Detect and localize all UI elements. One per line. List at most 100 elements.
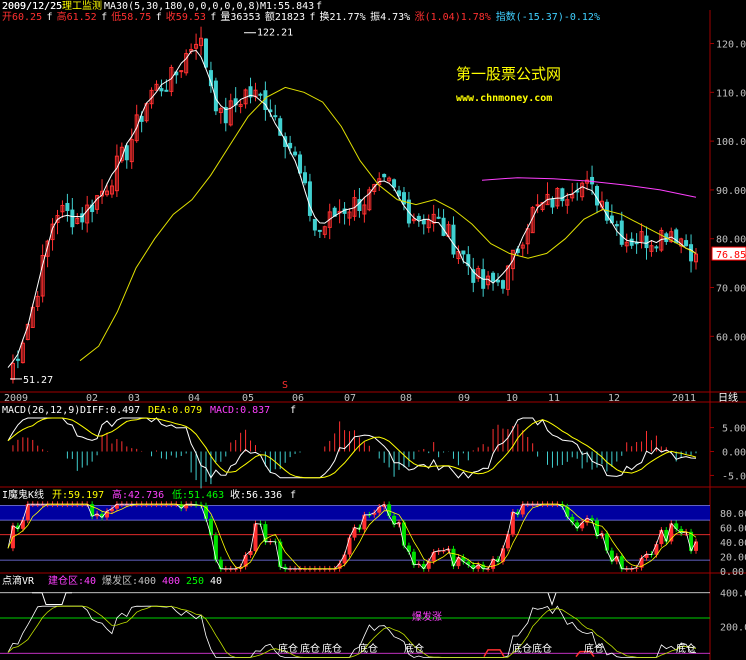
y-tick-label: 80.00 — [716, 235, 746, 246]
candle-body — [619, 220, 624, 245]
ma30-line — [79, 86, 697, 362]
candle-body — [317, 229, 322, 232]
vr-bottom-label: 底仓 — [532, 642, 552, 655]
low-marker-label: 51.27 — [23, 375, 53, 386]
watermark-title: 第一股票公式网 — [456, 65, 561, 83]
vr-annotation: 爆发涨 — [412, 610, 442, 623]
kd-body — [575, 522, 580, 529]
x-axis-label: 07 — [344, 393, 356, 404]
candle-body — [629, 238, 634, 246]
vr-level-400: 400 — [162, 576, 180, 587]
candle-body — [684, 240, 689, 247]
x-axis-label: 12 — [608, 393, 620, 404]
x-axis-label: 日线 — [718, 391, 738, 404]
kd-open: 开:59.197 — [52, 490, 104, 501]
x-axis-label: 03 — [128, 393, 140, 404]
kd-label: I魔鬼K线 — [2, 488, 44, 501]
header-open: 开60.25 — [2, 12, 42, 23]
candle-body — [273, 115, 278, 118]
header-turnover: 换21.77% — [320, 10, 366, 23]
candle-body — [302, 172, 307, 184]
candle-body — [491, 272, 496, 282]
kd-body — [604, 533, 609, 551]
candle-body — [560, 188, 565, 202]
candle-body — [416, 215, 421, 220]
macd-value: MACD:0.837 — [210, 405, 270, 416]
macd-y-label: -5.00 — [722, 471, 746, 482]
candle-body — [590, 176, 595, 185]
macd-flag: f — [290, 405, 296, 416]
vr-bottom-label: 底仓 — [512, 642, 532, 655]
vr-bottom-label: 底仓 — [358, 642, 378, 655]
candle-body — [461, 250, 466, 255]
price-line — [7, 49, 697, 368]
vr-bottom-label: 底仓 — [584, 642, 604, 655]
kd-flag: f — [290, 490, 296, 501]
candle-body — [614, 224, 619, 227]
macd-label: MACD(26,12,9) — [2, 405, 80, 416]
kd-y-label: 60.00 — [720, 523, 746, 534]
kd-body — [218, 559, 223, 569]
stock-chart[interactable]: 2009/12/252009/12/25 理工监测 MA30(5,30,180,0,… — [0, 0, 746, 660]
candle-body — [258, 93, 263, 96]
vr-step-line — [547, 592, 557, 607]
y-tick-label: 120.00 — [716, 40, 746, 51]
vr-label: 点滴VR — [2, 574, 35, 587]
kd-body — [659, 529, 664, 545]
watermark-url: www.chnmoney.com — [456, 93, 552, 104]
vr-bottom-label: 底仓 — [404, 642, 424, 655]
candle-body — [654, 246, 659, 249]
kd-low: 低:51.463 — [172, 488, 224, 501]
header-m1: M1:55.843 — [260, 1, 314, 12]
candle-body — [15, 358, 20, 361]
macd-diff: DIFF:0.497 — [80, 405, 140, 416]
x-axis-label: 2011 — [672, 393, 696, 404]
header-date: 2009/12/25 — [2, 1, 62, 12]
long-ma-line — [481, 177, 697, 198]
candle-body — [298, 154, 303, 174]
kd-y-label: 80.00 — [720, 509, 746, 520]
kd-body — [342, 554, 347, 564]
header-flag: f — [210, 12, 216, 23]
candle-body — [441, 217, 446, 236]
kd-body — [25, 504, 30, 521]
candle-body — [65, 202, 70, 212]
header-flag: f — [101, 12, 107, 23]
current-price-label: 76.85 — [716, 250, 746, 261]
kd-body — [347, 537, 352, 555]
candle-body — [421, 219, 426, 225]
candle-body — [293, 151, 298, 156]
macd-diff-line — [7, 417, 697, 479]
candle-body — [159, 88, 164, 92]
header-change: 涨(1.04)1.78% — [415, 11, 491, 23]
macd-dea-line — [7, 417, 697, 479]
candle-body — [550, 198, 555, 208]
kd-body — [406, 545, 411, 552]
y-tick-label: 90.00 — [716, 186, 746, 197]
kd-body — [491, 558, 496, 569]
header-flag: f — [309, 12, 315, 23]
signal-marker: S — [282, 380, 288, 391]
kd-body — [471, 564, 476, 569]
vr-bottom-label: 底仓 — [300, 642, 320, 655]
header-index: 指数(-15.37)-0.12% — [496, 10, 600, 23]
kd-body — [595, 520, 600, 536]
vr-step-line — [32, 592, 72, 605]
kd-y-label: 20.00 — [720, 552, 746, 563]
kd-body — [392, 515, 397, 525]
y-tick-label: 110.00 — [716, 88, 746, 99]
candle-body — [179, 70, 184, 73]
vr-y-label: 400.00 — [720, 589, 746, 600]
candlesticks — [10, 26, 698, 384]
candle-body — [382, 173, 387, 178]
kd-close: 收:56.336 — [230, 488, 282, 501]
vr-bottom-label: 底仓 — [278, 642, 298, 655]
kd-body — [253, 523, 258, 552]
kd-high: 高:42.736 — [112, 488, 164, 501]
candle-body — [500, 280, 505, 289]
candle-body — [535, 204, 540, 207]
y-tick-label: 70.00 — [716, 284, 746, 295]
header-low: 低58.75 — [111, 10, 151, 23]
candle-body — [307, 181, 312, 216]
x-axis-label: 05 — [242, 393, 254, 404]
